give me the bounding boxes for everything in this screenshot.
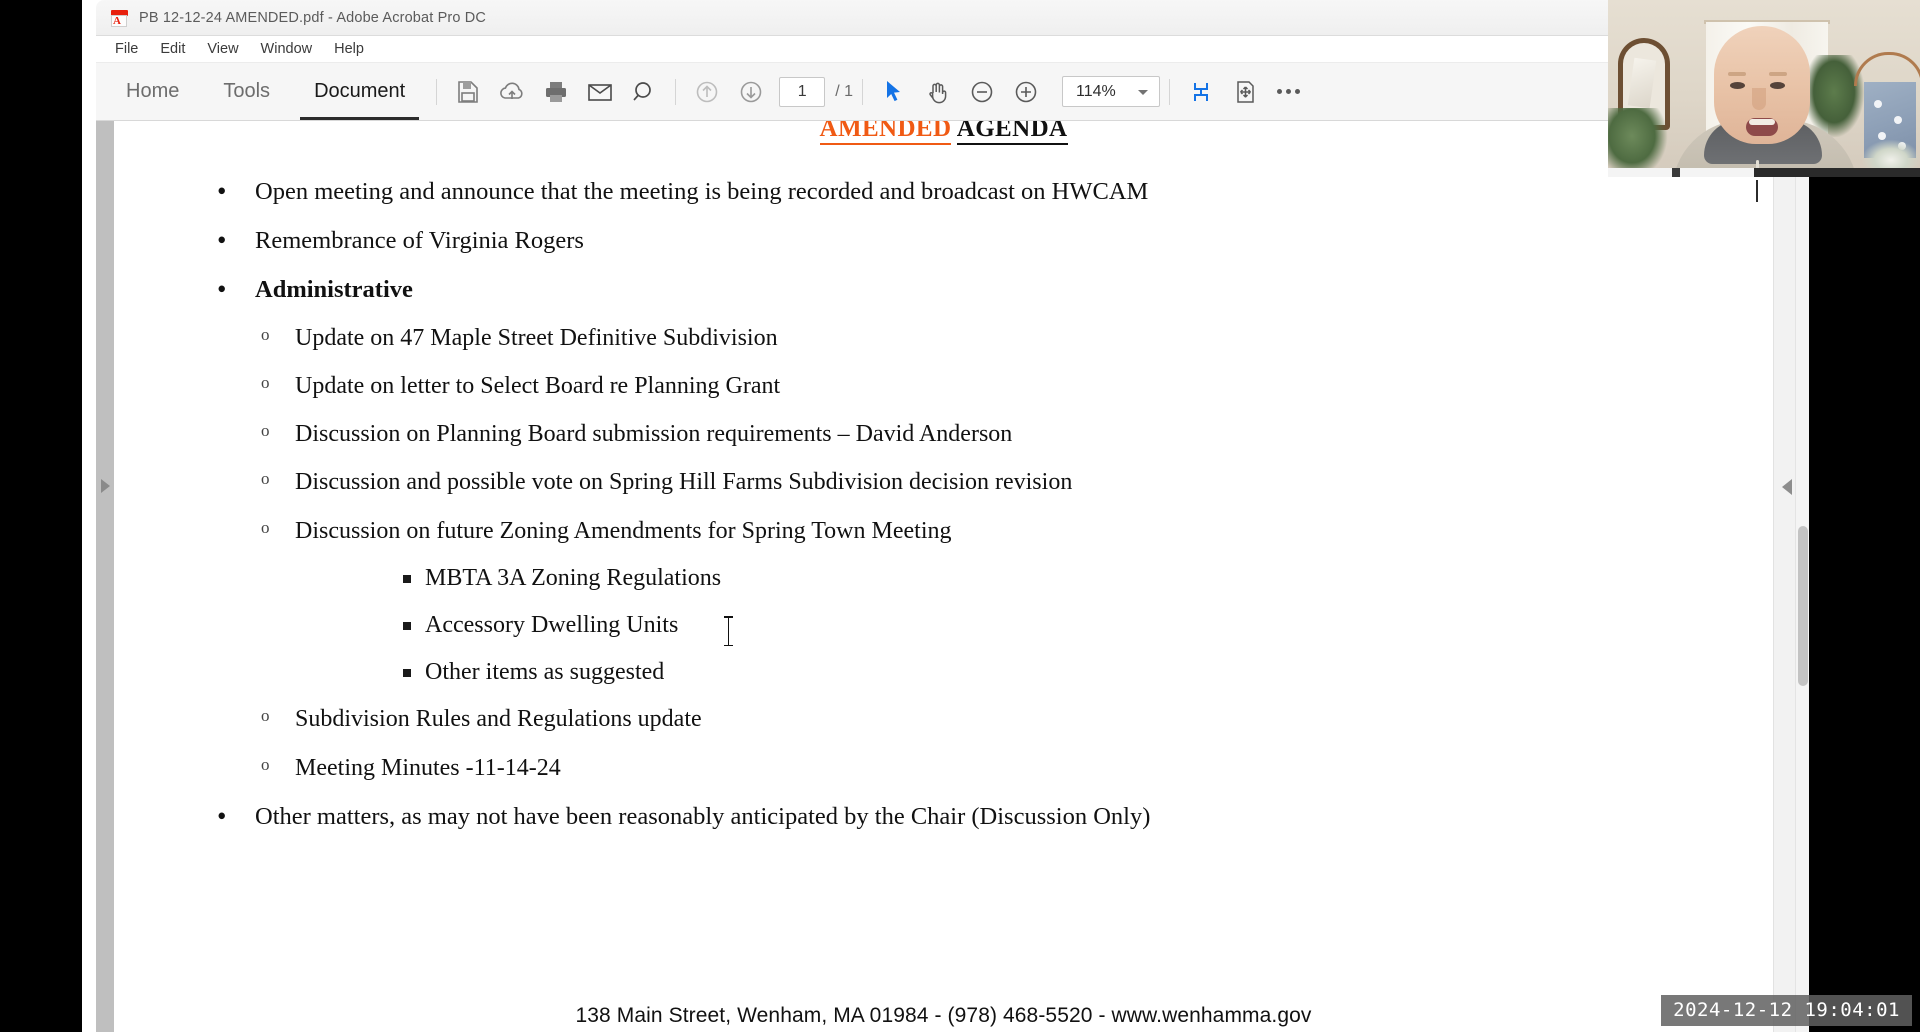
- agenda-sublist: Update on 47 Maple Street Definitive Sub…: [255, 324, 1772, 783]
- agenda-subsubitem-text: Accessory Dwelling Units: [425, 611, 679, 638]
- agenda-item: Remembrance of Virginia Rogers: [217, 224, 1772, 257]
- right-panel-gutter[interactable]: [1773, 121, 1795, 1032]
- save-icon[interactable]: [446, 70, 490, 114]
- secondary-text-cursor: [1756, 180, 1758, 202]
- select-tool-icon[interactable]: [872, 70, 916, 114]
- fit-width-icon[interactable]: [1179, 70, 1223, 114]
- search-icon[interactable]: [622, 70, 666, 114]
- agenda-subitem-text: Update on 47 Maple Street Definitive Sub…: [295, 324, 778, 351]
- hand-tool-icon[interactable]: [916, 70, 960, 114]
- agenda-item: Other matters, as may not have been reas…: [217, 800, 1772, 833]
- vertical-scrollbar[interactable]: [1795, 121, 1809, 1032]
- menu-item-view[interactable]: View: [196, 39, 249, 59]
- webcam-person: [1670, 22, 1858, 177]
- pdf-page: AMENDED AGENDA Open meeting and announce…: [115, 121, 1772, 1032]
- page-number-input[interactable]: 1: [779, 76, 826, 107]
- toolbar-divider-3: [862, 78, 864, 105]
- print-icon[interactable]: [534, 70, 578, 114]
- text-cursor: [724, 616, 733, 646]
- acrobat-window: A PB 12-12-24 AMENDED.pdf - Adobe Acroba…: [96, 0, 1809, 1032]
- zoom-level-select[interactable]: 114%: [1062, 76, 1161, 107]
- menu-bar: File Edit View Window Help: [96, 36, 1809, 63]
- agenda-item-text: Remembrance of Virginia Rogers: [255, 226, 584, 254]
- agenda-subitem-text: Discussion on future Zoning Amendments f…: [295, 517, 952, 544]
- expand-left-panel-icon[interactable]: [101, 479, 110, 493]
- person-head: [1714, 26, 1810, 144]
- page-title-amended: AMENDED: [819, 121, 952, 145]
- fit-page-icon[interactable]: [1223, 70, 1267, 114]
- toolbar-page-group: 1 / 1: [685, 70, 853, 114]
- chevron-down-icon: [1138, 89, 1149, 95]
- page-title-agenda: AGENDA: [956, 121, 1068, 145]
- agenda-item-text: Open meeting and announce that the meeti…: [255, 178, 1149, 205]
- agenda-subitem-text: Update on letter to Select Board re Plan…: [295, 372, 781, 399]
- menu-item-file[interactable]: File: [104, 39, 149, 59]
- agenda-subitem: Subdivision Rules and Regulations update: [261, 705, 1772, 734]
- document-footer: 138 Main Street, Wenham, MA 01984 - (978…: [575, 1004, 1312, 1027]
- previous-page-icon[interactable]: [685, 70, 729, 114]
- webcam-video[interactable]: [1608, 0, 1920, 177]
- window-titlebar: A PB 12-12-24 AMENDED.pdf - Adobe Acroba…: [96, 0, 1809, 36]
- zoom-level-value: 114%: [1076, 82, 1116, 100]
- toolbar-fit-group: [1179, 70, 1310, 114]
- zoom-out-icon[interactable]: [960, 70, 1004, 114]
- agenda-subitem: Discussion on Planning Board submission …: [261, 420, 1772, 449]
- agenda-subitem-zoning: Discussion on future Zoning Amendments f…: [261, 517, 1772, 687]
- agenda-subitem-text: Subdivision Rules and Regulations update: [295, 706, 702, 733]
- agenda-subitem: Meeting Minutes -11-14-24: [261, 754, 1772, 783]
- webcam-bottom-strip: [1608, 168, 1920, 177]
- agenda-subitem-text: Discussion on Planning Board submission …: [295, 421, 1013, 448]
- left-edge-strip: [82, 0, 96, 1032]
- expand-right-panel-icon[interactable]: [1782, 479, 1792, 495]
- toolbar-divider: [436, 78, 438, 105]
- tab-tools[interactable]: Tools: [201, 63, 292, 120]
- menu-item-help[interactable]: Help: [323, 39, 375, 59]
- cloud-upload-icon[interactable]: [490, 70, 534, 114]
- toolbar-file-group: [446, 70, 666, 114]
- left-letterbox: [0, 0, 82, 1032]
- agenda-subsubitem-text: MBTA 3A Zoning Regulations: [425, 564, 722, 591]
- toolbar-divider-2: [675, 78, 677, 105]
- toolbar-divider-4: [1169, 78, 1171, 105]
- recording-timestamp: 2024-12-12 19:04:01: [1661, 995, 1912, 1026]
- agenda-item: Open meeting and announce that the meeti…: [217, 175, 1772, 208]
- plant-left: [1608, 108, 1668, 177]
- agenda-subitem-text: Discussion and possible vote on Spring H…: [295, 469, 1073, 496]
- email-icon[interactable]: [578, 70, 622, 114]
- left-panel-gutter[interactable]: [96, 121, 114, 1032]
- document-viewport[interactable]: AMENDED AGENDA Open meeting and announce…: [96, 121, 1809, 1032]
- agenda-subitem: Discussion and possible vote on Spring H…: [261, 468, 1772, 497]
- page-title: AMENDED AGENDA: [115, 121, 1772, 145]
- toolbar-view-group: 114%: [872, 70, 1161, 114]
- next-page-icon[interactable]: [729, 70, 773, 114]
- agenda-list: Open meeting and announce that the meeti…: [115, 175, 1772, 833]
- main-toolbar: Home Tools Document 1 / 1 114%: [96, 63, 1809, 121]
- agenda-item-administrative: Administrative Update on 47 Maple Street…: [217, 273, 1772, 783]
- adobe-acrobat-icon: A: [110, 8, 130, 28]
- agenda-item-text: Administrative: [255, 275, 413, 303]
- agenda-subsubitem: Accessory Dwelling Units: [403, 611, 1772, 640]
- tab-document[interactable]: Document: [292, 63, 427, 120]
- agenda-subitem: Update on 47 Maple Street Definitive Sub…: [261, 324, 1772, 353]
- window-title: PB 12-12-24 AMENDED.pdf - Adobe Acrobat …: [139, 9, 487, 26]
- agenda-sub-sublist: MBTA 3A Zoning Regulations Accessory Dwe…: [295, 564, 1772, 686]
- page-total-label: / 1: [835, 82, 854, 100]
- agenda-subsubitem-text: Other items as suggested: [425, 658, 665, 685]
- agenda-subsubitem: Other items as suggested: [403, 658, 1772, 687]
- more-options-icon[interactable]: [1267, 89, 1310, 94]
- agenda-subsubitem: MBTA 3A Zoning Regulations: [403, 564, 1772, 593]
- screen-root: A PB 12-12-24 AMENDED.pdf - Adobe Acroba…: [0, 0, 1920, 1032]
- zoom-in-icon[interactable]: [1004, 70, 1048, 114]
- scrollbar-thumb[interactable]: [1798, 526, 1808, 686]
- agenda-subitem-text: Meeting Minutes -11-14-24: [295, 754, 561, 781]
- menu-item-window[interactable]: Window: [250, 39, 324, 59]
- tab-home[interactable]: Home: [104, 63, 201, 120]
- menu-item-edit[interactable]: Edit: [149, 39, 196, 59]
- toolbar-tabs: Home Tools Document: [104, 63, 427, 120]
- agenda-subitem: Update on letter to Select Board re Plan…: [261, 372, 1772, 401]
- agenda-item-text: Other matters, as may not have been reas…: [255, 802, 1151, 830]
